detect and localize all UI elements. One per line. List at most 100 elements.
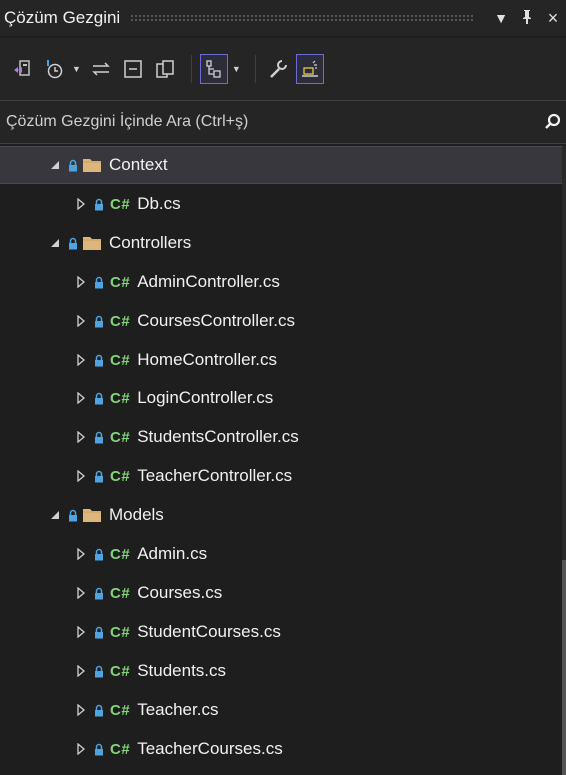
collapsed-arrow-icon[interactable]: [74, 626, 88, 638]
csharp-file-icon: C#: [110, 545, 131, 563]
collapsed-arrow-icon[interactable]: [74, 470, 88, 482]
drag-grip[interactable]: [130, 14, 474, 22]
search-input[interactable]: Çözüm Gezgini İçinde Ara (Ctrl+ş): [0, 113, 522, 131]
toolbar-separator: [190, 55, 192, 83]
history-icon: [47, 60, 63, 79]
file-label: LoginController.cs: [137, 388, 274, 407]
collapsed-arrow-icon[interactable]: [74, 743, 88, 755]
csharp-file-icon: C#: [110, 351, 131, 369]
file-row[interactable]: C# LoginController.cs: [0, 379, 562, 417]
pin-button[interactable]: [514, 9, 540, 27]
lock-icon: [68, 159, 78, 172]
lock-icon: [94, 548, 104, 561]
csharp-file-icon: C#: [110, 467, 131, 485]
lock-icon: [94, 315, 104, 328]
search-bar: Çözüm Gezgini İçinde Ara (Ctrl+ş): [0, 100, 566, 144]
lock-icon: [94, 354, 104, 367]
lock-icon: [68, 509, 78, 522]
folder-label: Models: [109, 505, 164, 524]
file-label: Students.cs: [137, 661, 227, 680]
history-button[interactable]: [40, 54, 68, 84]
csharp-file-icon: C#: [110, 273, 131, 291]
show-all-files-icon: [206, 60, 221, 78]
collapsed-arrow-icon[interactable]: [74, 587, 88, 599]
close-button[interactable]: ×: [540, 8, 566, 29]
window-title: Çözüm Gezgini: [4, 8, 121, 27]
csharp-file-icon: C#: [110, 623, 131, 641]
preview-button[interactable]: [295, 54, 324, 84]
lock-icon: [94, 665, 104, 678]
collapsed-arrow-icon[interactable]: [74, 431, 88, 443]
file-row[interactable]: C# StudentsController.cs: [0, 418, 562, 456]
solution-tree: Context C# Db.cs Controllers C# AdminControll…: [0, 146, 566, 775]
collapse-all-icon: [124, 60, 142, 78]
switch-views-icon: [92, 62, 110, 76]
toolbar-separator: [254, 55, 256, 83]
pin-icon: [523, 9, 531, 24]
file-row[interactable]: C# AdminController.cs: [0, 263, 562, 301]
csharp-file-icon: C#: [110, 389, 131, 407]
lock-icon: [94, 743, 104, 756]
collapsed-arrow-icon[interactable]: [74, 354, 88, 366]
window-menu-button[interactable]: ▼: [488, 10, 514, 26]
vs-sync-icon: [14, 60, 30, 76]
csharp-file-icon: C#: [110, 662, 131, 680]
collapsed-arrow-icon[interactable]: [74, 198, 88, 210]
file-row[interactable]: C# Courses.cs: [0, 574, 562, 612]
folder-icon: [82, 235, 102, 251]
collapsed-arrow-icon[interactable]: [74, 704, 88, 716]
lock-icon: [94, 626, 104, 639]
file-label: StudentCourses.cs: [137, 622, 281, 641]
collapsed-arrow-icon[interactable]: [74, 276, 88, 288]
preview-icon: [301, 60, 318, 77]
file-row[interactable]: C# StudentCourses.cs: [0, 613, 562, 651]
collapsed-arrow-icon[interactable]: [74, 548, 88, 560]
file-row[interactable]: C# CoursesController.cs: [0, 302, 562, 340]
file-row[interactable]: C# Students.cs: [0, 652, 562, 690]
search-button[interactable]: [522, 113, 566, 131]
properties-button[interactable]: [264, 54, 292, 84]
csharp-file-icon: C#: [110, 195, 131, 213]
title-bar: Çözüm Gezgini ▼ ×: [0, 0, 566, 36]
switch-views-button[interactable]: [87, 54, 115, 84]
copy-button[interactable]: [151, 54, 179, 84]
file-label: AdminController.cs: [137, 272, 280, 291]
file-row[interactable]: C# Db.cs: [0, 185, 562, 223]
collapsed-arrow-icon[interactable]: [74, 315, 88, 327]
scrollbar-thumb[interactable]: [562, 560, 566, 775]
file-label: Courses.cs: [137, 583, 223, 602]
expanded-arrow-icon[interactable]: [48, 510, 62, 520]
folder-icon: [82, 157, 102, 173]
file-row[interactable]: C# TeacherController.cs: [0, 457, 562, 495]
toolbar: ▼ ▼: [0, 38, 566, 100]
file-row[interactable]: C# Admin.cs: [0, 535, 562, 573]
collapsed-arrow-icon[interactable]: [74, 665, 88, 677]
history-dropdown-icon[interactable]: ▼: [72, 64, 81, 74]
expanded-arrow-icon[interactable]: [48, 238, 62, 248]
properties-icon: [269, 60, 287, 78]
lock-icon: [94, 198, 104, 211]
collapse-all-button[interactable]: [119, 54, 147, 84]
lock-icon: [94, 392, 104, 405]
vs-sync-button[interactable]: [8, 54, 36, 84]
file-label: Db.cs: [137, 194, 181, 213]
file-row[interactable]: C# TeacherCourses.cs: [0, 730, 562, 768]
folder-row[interactable]: Controllers: [0, 224, 562, 262]
folder-label: Context: [109, 155, 168, 174]
csharp-file-icon: C#: [110, 312, 131, 330]
file-row[interactable]: C# HomeController.cs: [0, 341, 562, 379]
expanded-arrow-icon[interactable]: [48, 160, 62, 170]
folder-row[interactable]: Context: [0, 146, 562, 184]
show-all-files-button[interactable]: [199, 54, 228, 84]
lock-icon: [94, 587, 104, 600]
file-row[interactable]: C# Teacher.cs: [0, 691, 562, 729]
folder-label: Controllers: [109, 233, 192, 252]
folder-row[interactable]: Models: [0, 496, 562, 534]
csharp-file-icon: C#: [110, 740, 131, 758]
collapsed-arrow-icon[interactable]: [74, 392, 88, 404]
lock-icon: [94, 470, 104, 483]
csharp-file-icon: C#: [110, 584, 131, 602]
folder-icon: [82, 507, 102, 523]
show-all-files-dropdown-icon[interactable]: ▼: [232, 64, 241, 74]
file-label: Admin.cs: [137, 544, 208, 563]
